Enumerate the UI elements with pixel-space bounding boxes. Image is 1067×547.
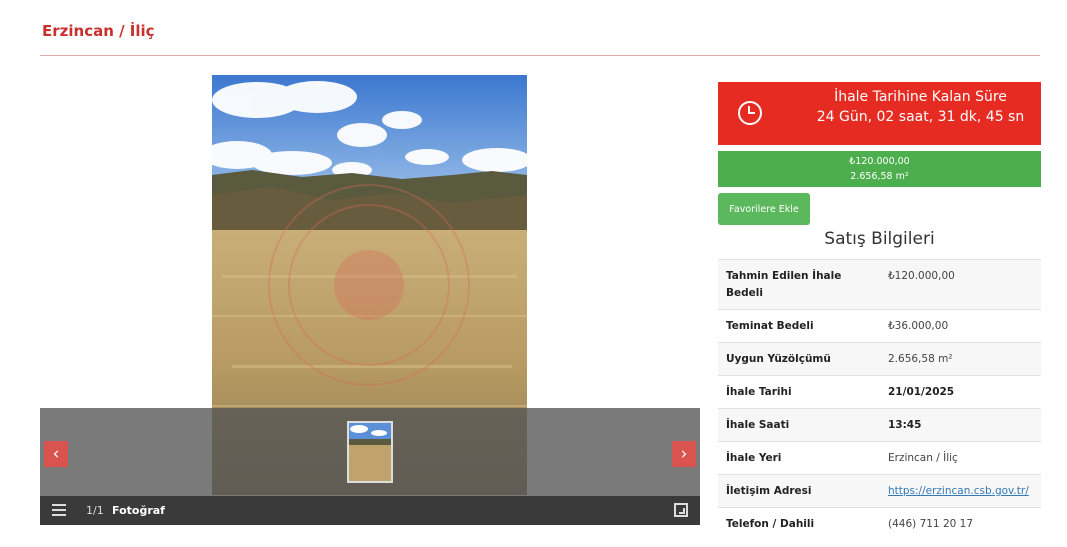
- row-value: Erzincan / İliç: [880, 441, 1041, 475]
- sales-info-title: Satış Bilgileri: [824, 229, 935, 249]
- thumbnail-image: [349, 423, 391, 481]
- row-value: (446) 711 20 17: [880, 507, 1041, 540]
- countdown-title: İhale Tarihine Kalan Süre: [834, 89, 1007, 105]
- row-label: İhale Saati: [718, 408, 880, 442]
- row-label: Uygun Yüzölçümü: [718, 342, 880, 376]
- gallery-prev-button[interactable]: ‹: [44, 441, 68, 467]
- gallery-next-button[interactable]: ›: [672, 441, 696, 467]
- row-value: 21/01/2025: [880, 375, 1041, 409]
- row-value: 2.656,58 m²: [880, 342, 1041, 376]
- row-value: ₺36.000,00: [880, 309, 1041, 343]
- gallery-label: Fotoğraf: [112, 504, 165, 517]
- title-divider: [40, 55, 1040, 56]
- photo-thumbnail[interactable]: [347, 421, 393, 483]
- sales-info-table: Tahmin Edilen İhale Bedeli ₺120.000,00 T…: [718, 259, 1041, 540]
- contact-address-link[interactable]: https://erzincan.csb.gov.tr/: [888, 485, 1029, 497]
- thumbnail-strip: [40, 408, 700, 496]
- table-row: İhale Saati 13:45: [718, 408, 1041, 442]
- price-box: ₺120.000,00 2.656,58 m²: [718, 151, 1041, 187]
- row-label: Tahmin Edilen İhale Bedeli: [718, 259, 880, 310]
- table-row: İletişim Adresi https://erzincan.csb.gov…: [718, 474, 1041, 508]
- clock-icon: [738, 101, 762, 125]
- add-favorite-button[interactable]: Favorilere Ekle: [718, 193, 810, 225]
- table-row: Tahmin Edilen İhale Bedeli ₺120.000,00: [718, 259, 1041, 310]
- table-row: Uygun Yüzölçümü 2.656,58 m²: [718, 342, 1041, 376]
- row-value: 13:45: [880, 408, 1041, 442]
- photo-counter: 1/1: [86, 504, 104, 517]
- page-title: Erzincan / İliç: [42, 22, 155, 40]
- row-label: İhale Yeri: [718, 441, 880, 475]
- countdown-box: İhale Tarihine Kalan Süre 24 Gün, 02 saa…: [718, 82, 1041, 145]
- price-amount: ₺120.000,00: [849, 156, 910, 167]
- table-row: İhale Yeri Erzincan / İliç: [718, 441, 1041, 475]
- table-row: Telefon / Dahili (446) 711 20 17: [718, 507, 1041, 540]
- photo-gallery: ‹ › 1/1 Fotoğraf: [40, 75, 700, 525]
- row-value: https://erzincan.csb.gov.tr/: [880, 474, 1041, 508]
- table-row: İhale Tarihi 21/01/2025: [718, 375, 1041, 409]
- row-label: Teminat Bedeli: [718, 309, 880, 343]
- row-label: İletişim Adresi: [718, 474, 880, 508]
- row-label: İhale Tarihi: [718, 375, 880, 409]
- menu-icon[interactable]: [52, 504, 66, 516]
- price-area: 2.656,58 m²: [850, 171, 909, 182]
- countdown-value: 24 Gün, 02 saat, 31 dk, 45 sn: [816, 109, 1025, 125]
- row-value: ₺120.000,00: [880, 259, 1041, 310]
- gallery-toolbar: 1/1 Fotoğraf: [40, 496, 700, 525]
- fullscreen-icon[interactable]: [674, 503, 688, 517]
- table-row: Teminat Bedeli ₺36.000,00: [718, 309, 1041, 343]
- row-label: Telefon / Dahili: [718, 507, 880, 540]
